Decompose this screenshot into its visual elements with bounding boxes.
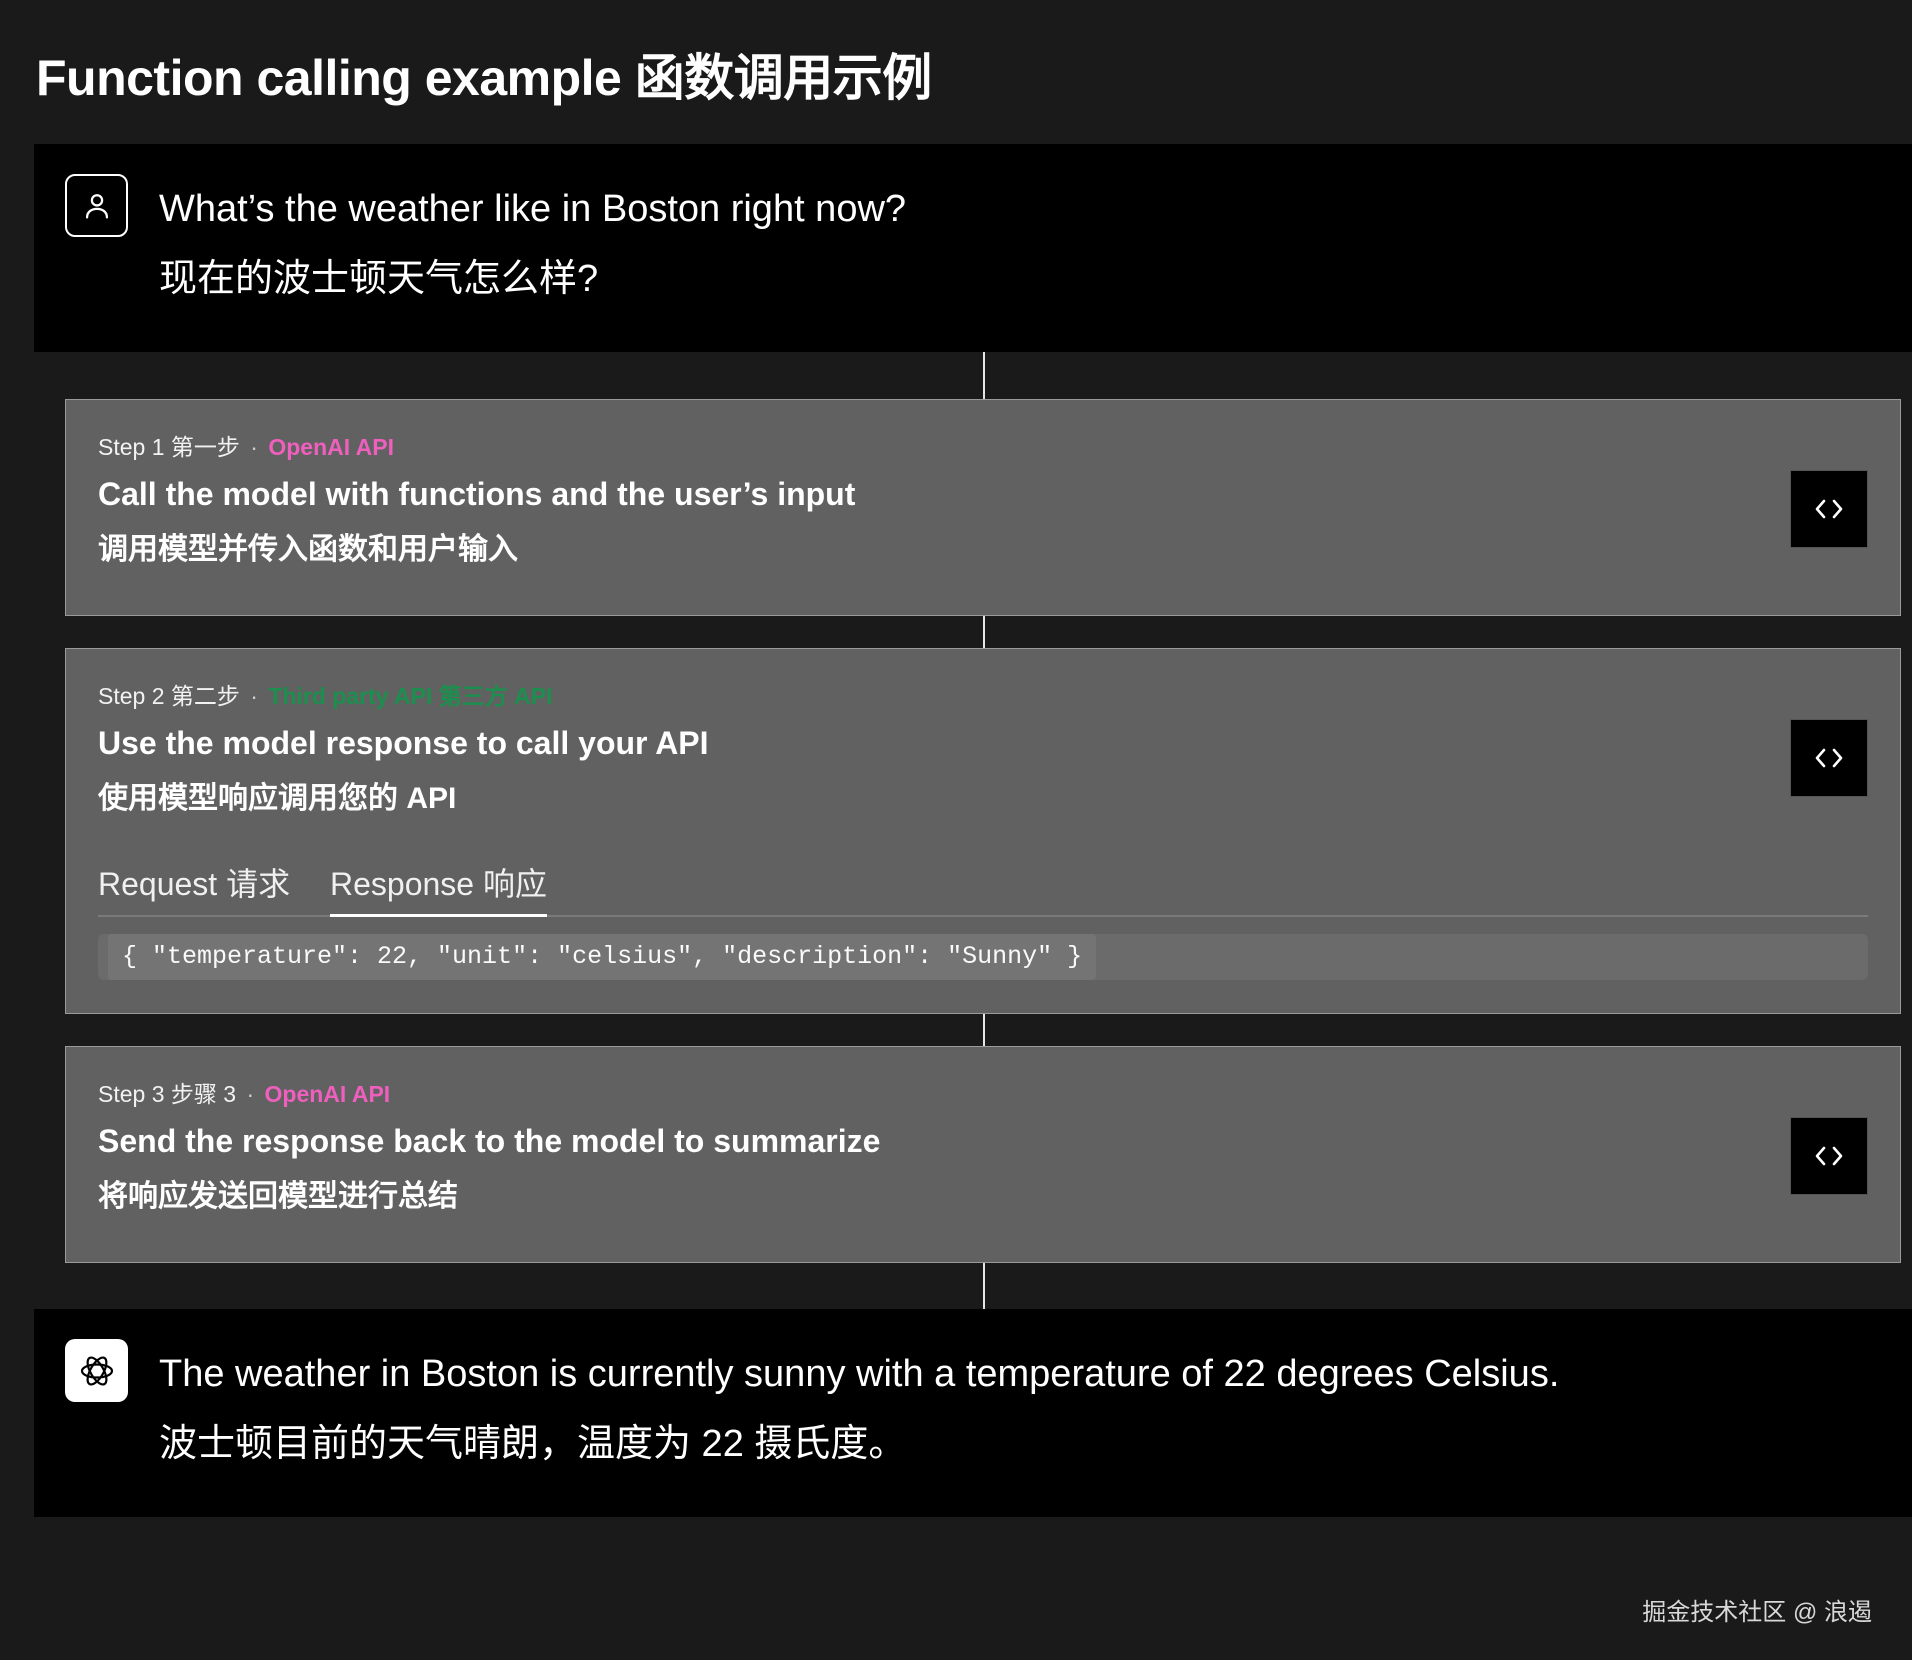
tab-response[interactable]: Response 响应 (330, 861, 547, 917)
response-code-block: { "temperature": 22, "unit": "celsius", … (98, 934, 1868, 980)
api-tag: Third party API 第三方 API (268, 683, 553, 709)
step-label: Step 2 第二步 (98, 683, 240, 709)
step-meta: Step 2 第二步 · Third party API 第三方 API (98, 681, 552, 711)
step-card-1: Step 1 第一步 · OpenAI API Call the model w… (65, 399, 1901, 616)
step-subtitle: 调用模型并传入函数和用户输入 (98, 533, 518, 566)
step-separator: · (246, 1081, 255, 1107)
view-code-button[interactable] (1790, 1117, 1868, 1195)
flow-connector (983, 352, 985, 399)
user-message-text-en: What’s the weather like in Boston right … (159, 188, 907, 230)
tab-request[interactable]: Request 请求 (98, 861, 290, 915)
request-response-tabs: Request 请求 Response 响应 (98, 861, 1868, 917)
step-card-3: Step 3 步骤 3 · OpenAI API Send the respon… (65, 1046, 1901, 1263)
step-card-2: Step 2 第二步 · Third party API 第三方 API Use… (65, 648, 1901, 1014)
code-brackets-icon (1815, 748, 1843, 768)
response-json: { "temperature": 22, "unit": "celsius", … (108, 934, 1097, 980)
page-title: Function calling example 函数调用示例 (36, 50, 932, 106)
step-separator: · (250, 683, 258, 709)
code-brackets-icon (1815, 1146, 1843, 1166)
flow-connector (983, 616, 985, 648)
flow-connector (983, 1263, 985, 1309)
step-label: Step 3 步骤 3 (98, 1081, 237, 1107)
api-tag: OpenAI API (264, 1081, 391, 1107)
flow-connector (983, 1014, 985, 1046)
assistant-message: The weather in Boston is currently sunny… (34, 1309, 1912, 1517)
view-code-button[interactable] (1790, 470, 1868, 548)
api-tag: OpenAI API (268, 434, 395, 460)
step-meta: Step 3 步骤 3 · OpenAI API (98, 1079, 390, 1109)
assistant-message-text-en: The weather in Boston is currently sunny… (159, 1353, 1560, 1395)
assistant-message-text-zh: 波士顿目前的天气晴朗，温度为 22 摄氏度。 (159, 1423, 907, 1465)
step-separator: · (250, 434, 258, 460)
user-icon (65, 174, 128, 237)
step-subtitle: 将响应发送回模型进行总结 (98, 1180, 458, 1213)
watermark: 掘金技术社区 @ 浪遏 (1642, 1599, 1872, 1626)
step-title: Send the response back to the model to s… (98, 1123, 881, 1159)
openai-logo-icon (65, 1339, 128, 1402)
step-label: Step 1 第一步 (98, 434, 240, 460)
step-title: Use the model response to call your API (98, 725, 709, 761)
user-message: What’s the weather like in Boston right … (34, 144, 1912, 352)
step-meta: Step 1 第一步 · OpenAI API (98, 432, 394, 462)
step-title: Call the model with functions and the us… (98, 476, 856, 512)
code-brackets-icon (1815, 499, 1843, 519)
view-code-button[interactable] (1790, 719, 1868, 797)
step-subtitle: 使用模型响应调用您的 API (98, 782, 457, 815)
user-message-text-zh: 现在的波士顿天气怎么样? (159, 258, 599, 300)
